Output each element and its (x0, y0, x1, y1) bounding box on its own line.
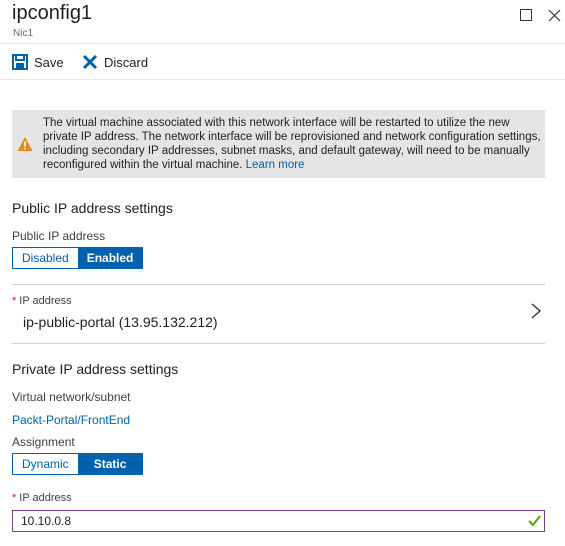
public-ip-address-selector[interactable]: * IP address ip-public-portal (13.95.132.… (12, 285, 545, 343)
save-icon (12, 54, 28, 70)
public-ip-section-title: Public IP address settings (12, 200, 173, 216)
assignment-static-option[interactable]: Static (77, 454, 143, 474)
warning-icon (17, 137, 33, 151)
public-ip-address-value: ip-public-portal (13.95.132.212) (23, 314, 218, 330)
virtual-network-link[interactable]: Packt-Portal/FrontEnd (12, 413, 130, 427)
restart-warning-banner: The virtual machine associated with this… (12, 110, 545, 178)
blade-header: ipconfig1 Nic1 (0, 0, 565, 44)
public-ip-address-label: * IP address (12, 295, 72, 307)
save-button[interactable]: Save (12, 54, 64, 70)
assignment-label: Assignment (12, 435, 75, 449)
ipconfig-blade: ipconfig1 Nic1 Save Discard The virtual … (0, 0, 565, 546)
required-indicator: * (12, 295, 17, 307)
chevron-right-icon (531, 303, 542, 319)
virtual-network-label: Virtual network/subnet (12, 390, 131, 404)
discard-button[interactable]: Discard (82, 54, 148, 70)
public-ip-toggle: Disabled Enabled (12, 247, 144, 269)
public-ip-disabled-option[interactable]: Disabled (13, 248, 78, 268)
close-icon (548, 9, 560, 21)
warning-text: The virtual machine associated with this… (43, 116, 541, 172)
page-subtitle: Nic1 (13, 28, 34, 39)
page-title: ipconfig1 (12, 2, 93, 24)
checkmark-icon (528, 515, 541, 527)
private-ip-address-label-text: IP address (19, 492, 72, 504)
public-ip-field-label: Public IP address (12, 229, 106, 243)
required-indicator: * (12, 492, 17, 504)
learn-more-link[interactable]: Learn more (246, 159, 305, 171)
command-bar: Save Discard (0, 44, 565, 80)
assignment-dynamic-option[interactable]: Dynamic (13, 454, 78, 474)
assignment-toggle: Dynamic Static (12, 453, 144, 475)
maximize-button[interactable] (517, 6, 535, 24)
public-ip-enabled-option[interactable]: Enabled (77, 248, 143, 268)
private-ip-section-title: Private IP address settings (12, 361, 179, 377)
private-ip-address-label: * IP address (12, 492, 72, 504)
private-ip-address-input[interactable] (12, 510, 545, 532)
public-ip-address-label-text: IP address (19, 295, 72, 307)
save-label: Save (34, 54, 64, 70)
maximize-icon (520, 9, 532, 21)
discard-icon (82, 54, 98, 70)
divider (12, 343, 545, 344)
close-button[interactable] (545, 6, 563, 24)
discard-label: Discard (104, 54, 149, 70)
